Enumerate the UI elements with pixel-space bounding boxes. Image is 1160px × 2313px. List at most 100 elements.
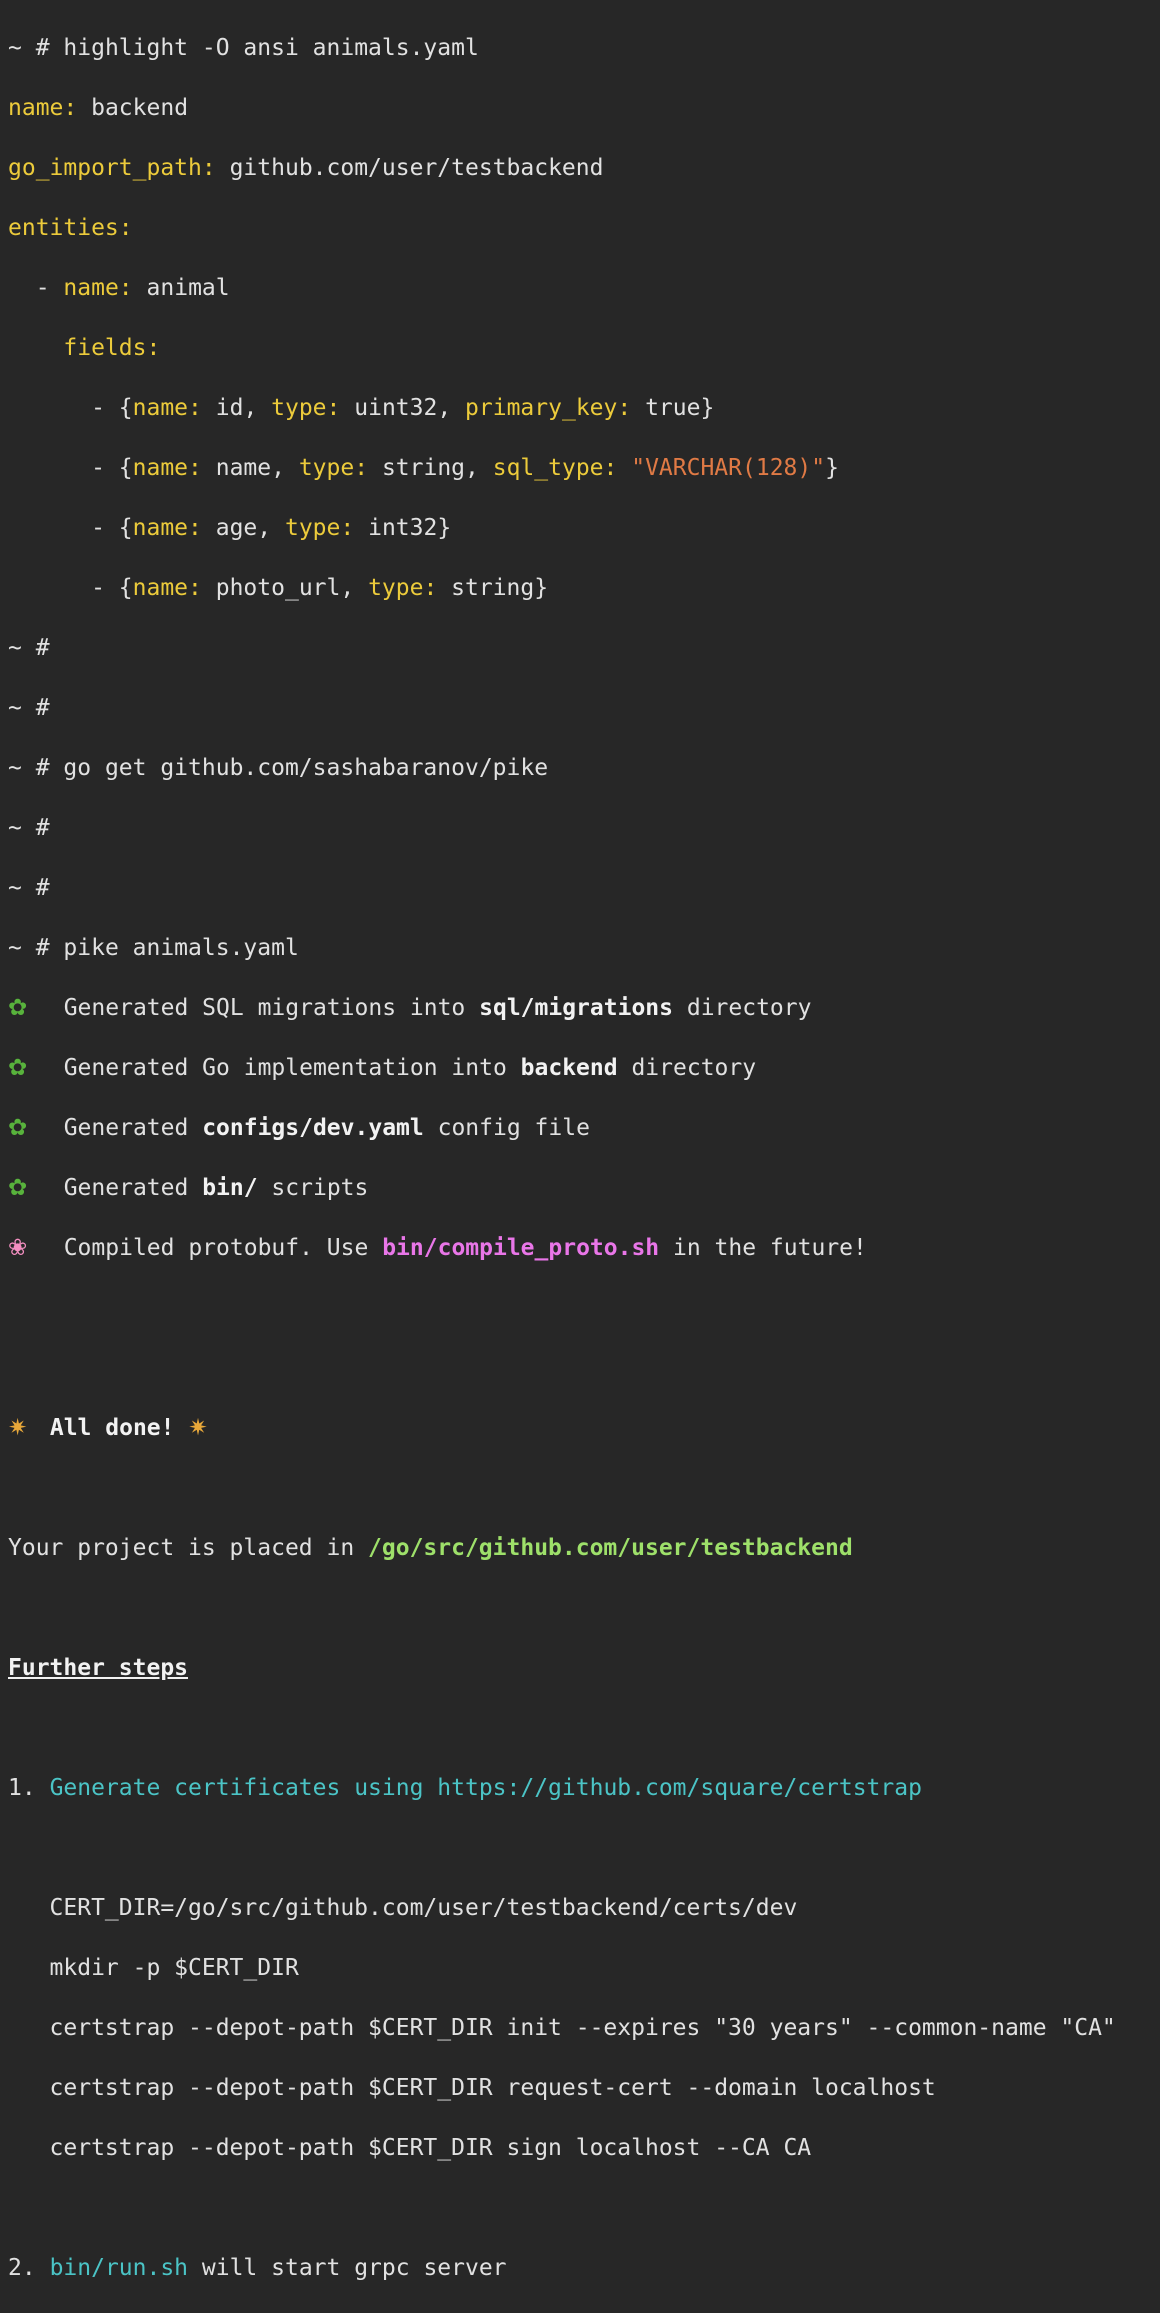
yaml-value: photo_url [215,575,341,601]
yaml-value: int32 [368,515,438,541]
yaml-field-line: - {name: name, type: string, sql_type: "… [8,455,839,481]
yaml-key: name: [132,395,202,421]
prompt: ~ # [8,935,50,961]
cert-command: certstrap --depot-path $CERT_DIR init --… [49,2015,1116,2041]
prompt: ~ # [8,695,50,721]
yaml-value: github.com/user/testbackend [229,155,604,181]
herb-icon: ✿ [8,1175,28,1201]
yaml-line: entities: [8,213,1160,243]
output-line: ❀ Compiled protobuf. Use bin/compile_pro… [8,1233,1160,1263]
output-line: 2. bin/run.sh will start grpc server [8,2253,1160,2283]
output-bold: sql/migrations [479,995,673,1021]
yaml-key: entities: [8,215,133,241]
output-text: directory [617,1055,757,1081]
output-line: ✿ Generated bin/ scripts [8,1173,1160,1203]
all-done-text: All done! [49,1415,175,1441]
yaml-value: name [215,455,272,481]
yaml-line: fields: [8,333,1160,363]
prompt: ~ # [8,35,50,61]
yaml-key: name: [132,515,202,541]
project-path: /go/src/github.com/user/testbackend [368,1535,853,1561]
yaml-value: id [215,395,244,421]
command-line: CERT_DIR=/go/src/github.com/user/testbac… [8,1893,1160,1923]
prompt: ~ # [8,875,50,901]
yaml-field-line: - {name: id, type: uint32, primary_key: … [8,395,715,421]
output-bold: configs/dev.yaml [202,1115,424,1141]
yaml-value: uint32 [354,395,438,421]
step-number: 1. [8,1775,36,1801]
cert-command: mkdir -p $CERT_DIR [49,1955,299,1981]
prompt: ~ # [8,755,50,781]
yaml-value: backend [91,95,189,121]
yaml-key: primary_key: [465,395,632,421]
step-number: 2. [8,2255,36,2281]
output-text: Generated SQL migrations into [63,995,480,1021]
yaml-key: name: [8,95,78,121]
yaml-value: age [215,515,258,541]
command-line: mkdir -p $CERT_DIR [8,1953,1160,1983]
prompt: ~ # [8,635,50,661]
yaml-key: sql_type: [492,455,618,481]
cert-command: certstrap --depot-path $CERT_DIR sign lo… [49,2135,812,2161]
yaml-key: name: [132,575,202,601]
output-text: directory [673,995,812,1021]
output-text: Generated Go implementation into [63,1055,521,1081]
yaml-key: type: [368,575,438,601]
terminal-line: ~ # [8,633,1160,663]
output-text: Generated [63,1175,203,1201]
output-line: ✿ Generated Go implementation into backe… [8,1053,1160,1083]
yaml-line: go_import_path: github.com/user/testback… [8,153,1160,183]
output-line: Your project is placed in /go/src/github… [8,1533,1160,1563]
further-steps-heading: Further steps [8,1655,189,1681]
terminal-line: ~ # pike animals.yaml [8,933,1160,963]
command-line: certstrap --depot-path $CERT_DIR sign lo… [8,2133,1160,2163]
yaml-field-line: - {name: photo_url, type: string} [8,575,549,601]
output-text: config file [423,1115,590,1141]
terminal-line: ~ # [8,813,1160,843]
script-name: bin/run.sh [49,2255,189,2281]
prompt: ~ # [8,815,50,841]
output-pink: bin/compile_proto.sh [382,1235,660,1261]
cherry-blossom-icon: ❀ [8,1235,28,1261]
output-text: Generated [63,1115,203,1141]
cert-command: CERT_DIR=/go/src/github.com/user/testbac… [49,1895,798,1921]
yaml-line: - name: animal [8,273,1160,303]
yaml-value: true [645,395,701,421]
yaml-dash: - [35,275,50,301]
terminal-line: ~ # [8,873,1160,903]
output-text: scripts [257,1175,369,1201]
yaml-key: fields: [63,335,161,361]
command-text: pike animals.yaml [63,935,299,961]
party-popper-icon: ✷ [8,1415,28,1441]
yaml-key: name: [63,275,133,301]
output-bold: backend [520,1055,618,1081]
terminal-line: ~ # go get github.com/sashabaranov/pike [8,753,1160,783]
command-line: certstrap --depot-path $CERT_DIR request… [8,2073,1160,2103]
command-line: certstrap --depot-path $CERT_DIR init --… [8,2013,1160,2043]
yaml-line: name: backend [8,93,1160,123]
yaml-field-line: - {name: age, type: int32} [8,515,452,541]
yaml-value: string [451,575,535,601]
terminal-line: ~ # [8,693,1160,723]
terminal-line: ~ # highlight -O ansi animals.yaml [8,33,1160,63]
output-text: Your project is placed in [8,1535,369,1561]
output-line: Further steps [8,1653,1160,1683]
command-text: go get github.com/sashabaranov/pike [63,755,549,781]
herb-icon: ✿ [8,995,28,1021]
terminal-window[interactable]: ~ # highlight -O ansi animals.yaml name:… [0,0,1160,2281]
yaml-key: go_import_path: [8,155,216,181]
yaml-value: string [381,455,466,481]
step-text: will start grpc server [188,2255,507,2281]
yaml-key: type: [271,395,341,421]
yaml-string-value: "VARCHAR(128)" [631,455,826,481]
command-text: highlight -O ansi animals.yaml [63,35,479,61]
output-line: ✿ Generated SQL migrations into sql/migr… [8,993,1160,1023]
herb-icon: ✿ [8,1055,28,1081]
